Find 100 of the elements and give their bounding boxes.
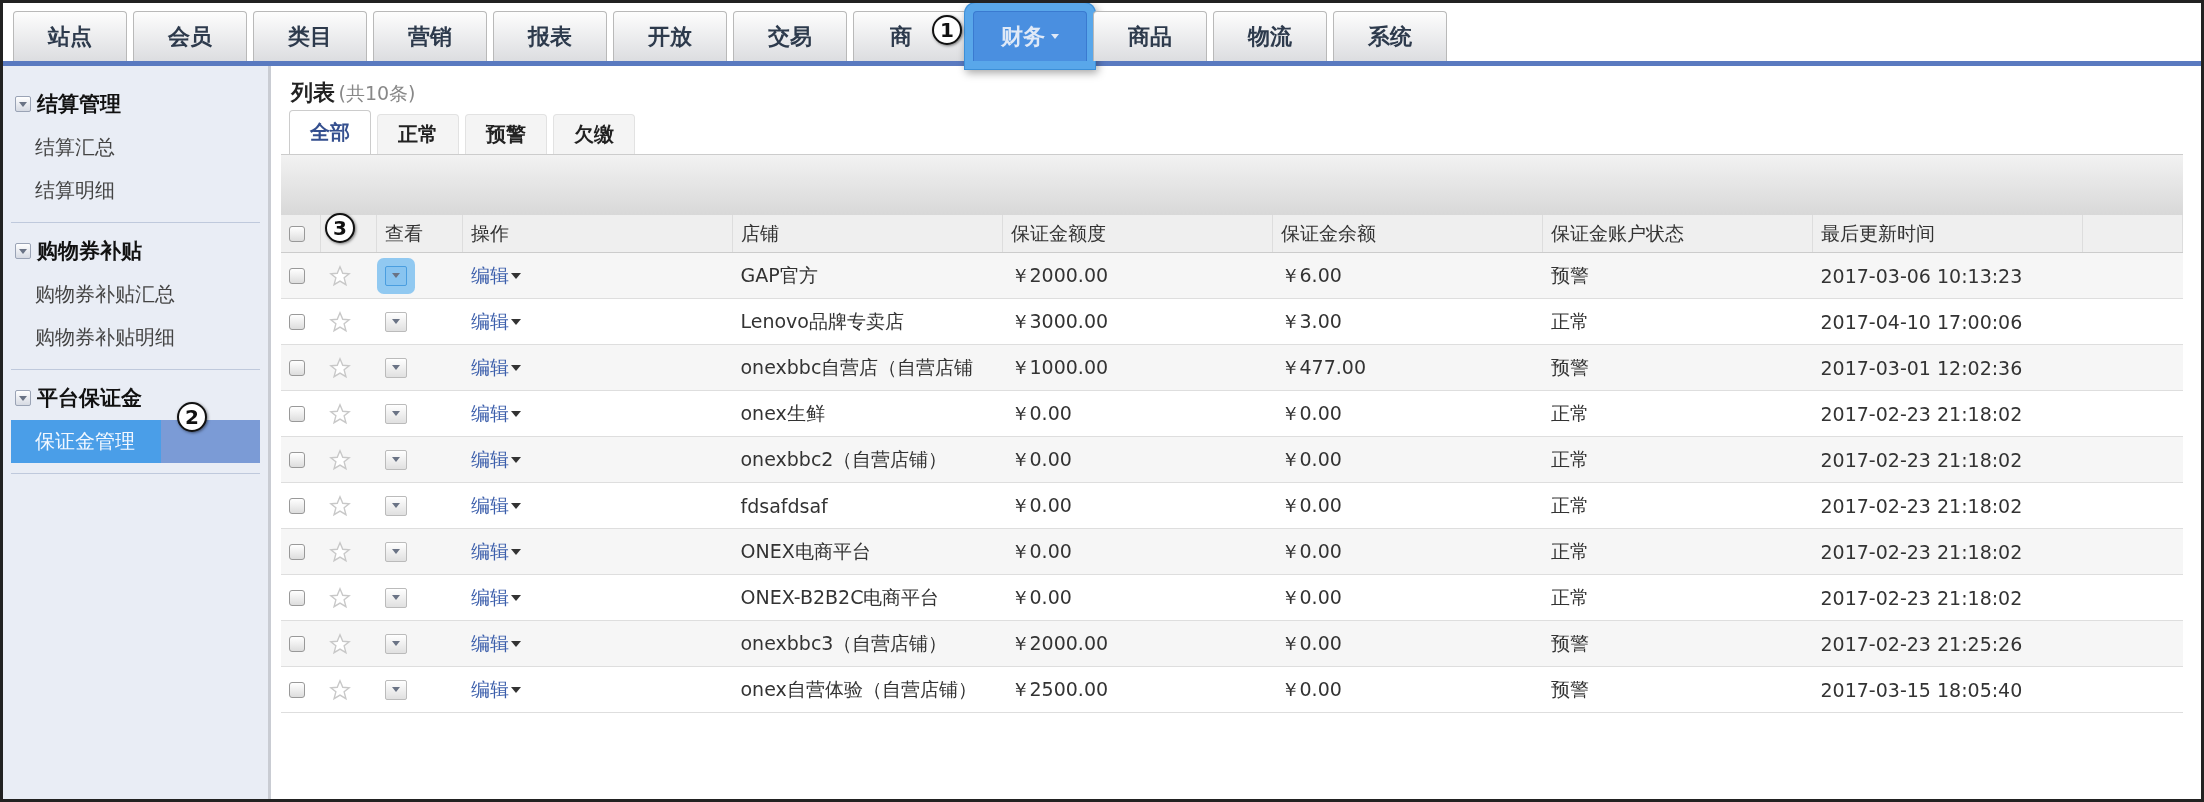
nav-tab[interactable]: 站点 xyxy=(13,11,127,61)
table-cell: 2017-02-23 21:18:02 xyxy=(1820,586,2023,609)
table-cell: ￥2500.00 xyxy=(1010,677,1109,700)
group-title: 结算管理 xyxy=(37,91,121,118)
star-icon[interactable] xyxy=(328,678,351,701)
nav-tab[interactable]: 类目 xyxy=(253,11,367,61)
checkbox[interactable] xyxy=(288,405,305,422)
sidebar-item[interactable]: 结算汇总 xyxy=(11,126,260,169)
edit-link[interactable]: 编辑 xyxy=(470,262,521,289)
column-header: 查看 xyxy=(385,221,423,244)
collapse-icon[interactable] xyxy=(15,96,31,112)
sidebar-item[interactable]: 购物券补贴汇总 xyxy=(11,273,260,316)
sidebar-item[interactable]: 结算明细 xyxy=(11,169,260,212)
table-cell: ￥0.00 xyxy=(1280,447,1342,470)
edit-link[interactable]: 编辑 xyxy=(470,400,521,427)
table-cell: ￥0.00 xyxy=(1010,539,1072,562)
collapse-icon[interactable] xyxy=(15,243,31,259)
table-cell: 2017-02-23 21:18:02 xyxy=(1820,402,2023,425)
table-cell: 正常 xyxy=(1550,585,1589,608)
column-header: 保证金额度 xyxy=(1011,221,1106,244)
table-cell: ￥0.00 xyxy=(1280,677,1342,700)
edit-link[interactable]: 编辑 xyxy=(470,492,521,519)
table-cell: ￥2000.00 xyxy=(1010,263,1109,286)
checkbox[interactable] xyxy=(288,497,305,514)
filter-tab[interactable]: 预警 xyxy=(464,114,547,154)
nav-tab[interactable]: 营销 xyxy=(373,11,487,61)
table-cell: 2017-03-01 12:02:36 xyxy=(1820,356,2023,379)
checkbox[interactable] xyxy=(288,635,305,652)
nav-tab[interactable]: 交易 xyxy=(733,11,847,61)
table-cell: onexbbc3（自营店铺） xyxy=(740,631,948,654)
view-dropdown-button[interactable] xyxy=(384,449,407,470)
nav-tab[interactable]: 物流 xyxy=(1213,11,1327,61)
table-cell: ￥1000.00 xyxy=(1010,355,1109,378)
record-count: (共10条) xyxy=(338,81,416,106)
filter-tab[interactable]: 正常 xyxy=(376,114,459,154)
view-dropdown-button[interactable] xyxy=(384,495,407,516)
callout-marker: 1 xyxy=(932,15,962,45)
edit-link[interactable]: 编辑 xyxy=(470,446,521,473)
nav-tab[interactable]: 会员 xyxy=(133,11,247,61)
edit-link[interactable]: 编辑 xyxy=(470,630,521,657)
nav-tab[interactable]: 开放 xyxy=(613,11,727,61)
collapse-icon[interactable] xyxy=(15,390,31,406)
filter-tab[interactable]: 全部 xyxy=(288,110,371,154)
column-header: 店铺 xyxy=(741,221,779,244)
checkbox[interactable] xyxy=(288,359,305,376)
table-cell: ￥3.00 xyxy=(1280,309,1342,332)
table-cell: GAP官方 xyxy=(740,263,818,286)
star-icon[interactable] xyxy=(328,310,351,333)
star-icon[interactable] xyxy=(328,402,351,425)
star-icon[interactable] xyxy=(328,540,351,563)
star-icon[interactable] xyxy=(328,494,351,517)
table-cell: 正常 xyxy=(1550,447,1589,470)
column-header: 保证金账户状态 xyxy=(1551,221,1684,244)
edit-link[interactable]: 编辑 xyxy=(470,584,521,611)
edit-link[interactable]: 编辑 xyxy=(470,538,521,565)
table-cell: 2017-02-23 21:18:02 xyxy=(1820,448,2023,471)
table-cell: ￥0.00 xyxy=(1280,585,1342,608)
list-title: 列表 xyxy=(290,79,335,107)
nav-tab[interactable]: 商品 xyxy=(1093,11,1207,61)
edit-link[interactable]: 编辑 xyxy=(470,676,521,703)
table-cell: 预警 xyxy=(1550,355,1589,378)
nav-tab[interactable]: 系统 xyxy=(1333,11,1447,61)
table-cell: onex自营体验（自营店铺） xyxy=(740,677,977,700)
star-icon[interactable] xyxy=(328,448,351,471)
checkbox[interactable] xyxy=(288,543,305,560)
table-cell: 2017-02-23 21:25:26 xyxy=(1820,632,2023,655)
edit-link[interactable]: 编辑 xyxy=(470,308,521,335)
view-dropdown-button[interactable] xyxy=(384,311,407,332)
table-cell: ￥477.00 xyxy=(1280,355,1366,378)
table-cell: ￥0.00 xyxy=(1010,493,1072,516)
table-cell: ￥2000.00 xyxy=(1010,631,1109,654)
nav-tab[interactable]: 报表 xyxy=(493,11,607,61)
column-header: 最后更新时间 xyxy=(1821,221,1935,244)
checkbox[interactable] xyxy=(288,225,305,242)
view-dropdown-button[interactable] xyxy=(384,587,407,608)
table-cell: 2017-04-10 17:00:06 xyxy=(1820,310,2023,333)
star-icon[interactable] xyxy=(328,586,351,609)
checkbox[interactable] xyxy=(288,267,305,284)
table-cell: 2017-02-23 21:18:02 xyxy=(1820,494,2023,517)
table-cell: 正常 xyxy=(1550,493,1589,516)
checkbox[interactable] xyxy=(288,313,305,330)
view-dropdown-button[interactable] xyxy=(384,403,407,424)
edit-link[interactable]: 编辑 xyxy=(470,354,521,381)
checkbox[interactable] xyxy=(288,681,305,698)
filter-tab[interactable]: 欠缴 xyxy=(552,114,635,154)
checkbox[interactable] xyxy=(288,589,305,606)
nav-tab[interactable]: 商 1 xyxy=(853,11,967,61)
table-cell: ￥0.00 xyxy=(1010,447,1072,470)
checkbox[interactable] xyxy=(288,451,305,468)
sidebar-item[interactable]: 购物券补贴明细 xyxy=(11,316,260,359)
view-dropdown-button[interactable] xyxy=(384,541,407,562)
table-cell: fdsafdsaf xyxy=(740,494,828,517)
table-cell: 正常 xyxy=(1550,401,1589,424)
star-icon[interactable] xyxy=(328,356,351,379)
view-dropdown-button[interactable] xyxy=(384,357,407,378)
star-icon[interactable] xyxy=(328,264,351,287)
table-cell: ONEX-B2B2C电商平台 xyxy=(740,585,940,608)
view-dropdown-button[interactable] xyxy=(384,679,407,700)
star-icon[interactable] xyxy=(328,632,351,655)
view-dropdown-button[interactable] xyxy=(384,633,407,654)
